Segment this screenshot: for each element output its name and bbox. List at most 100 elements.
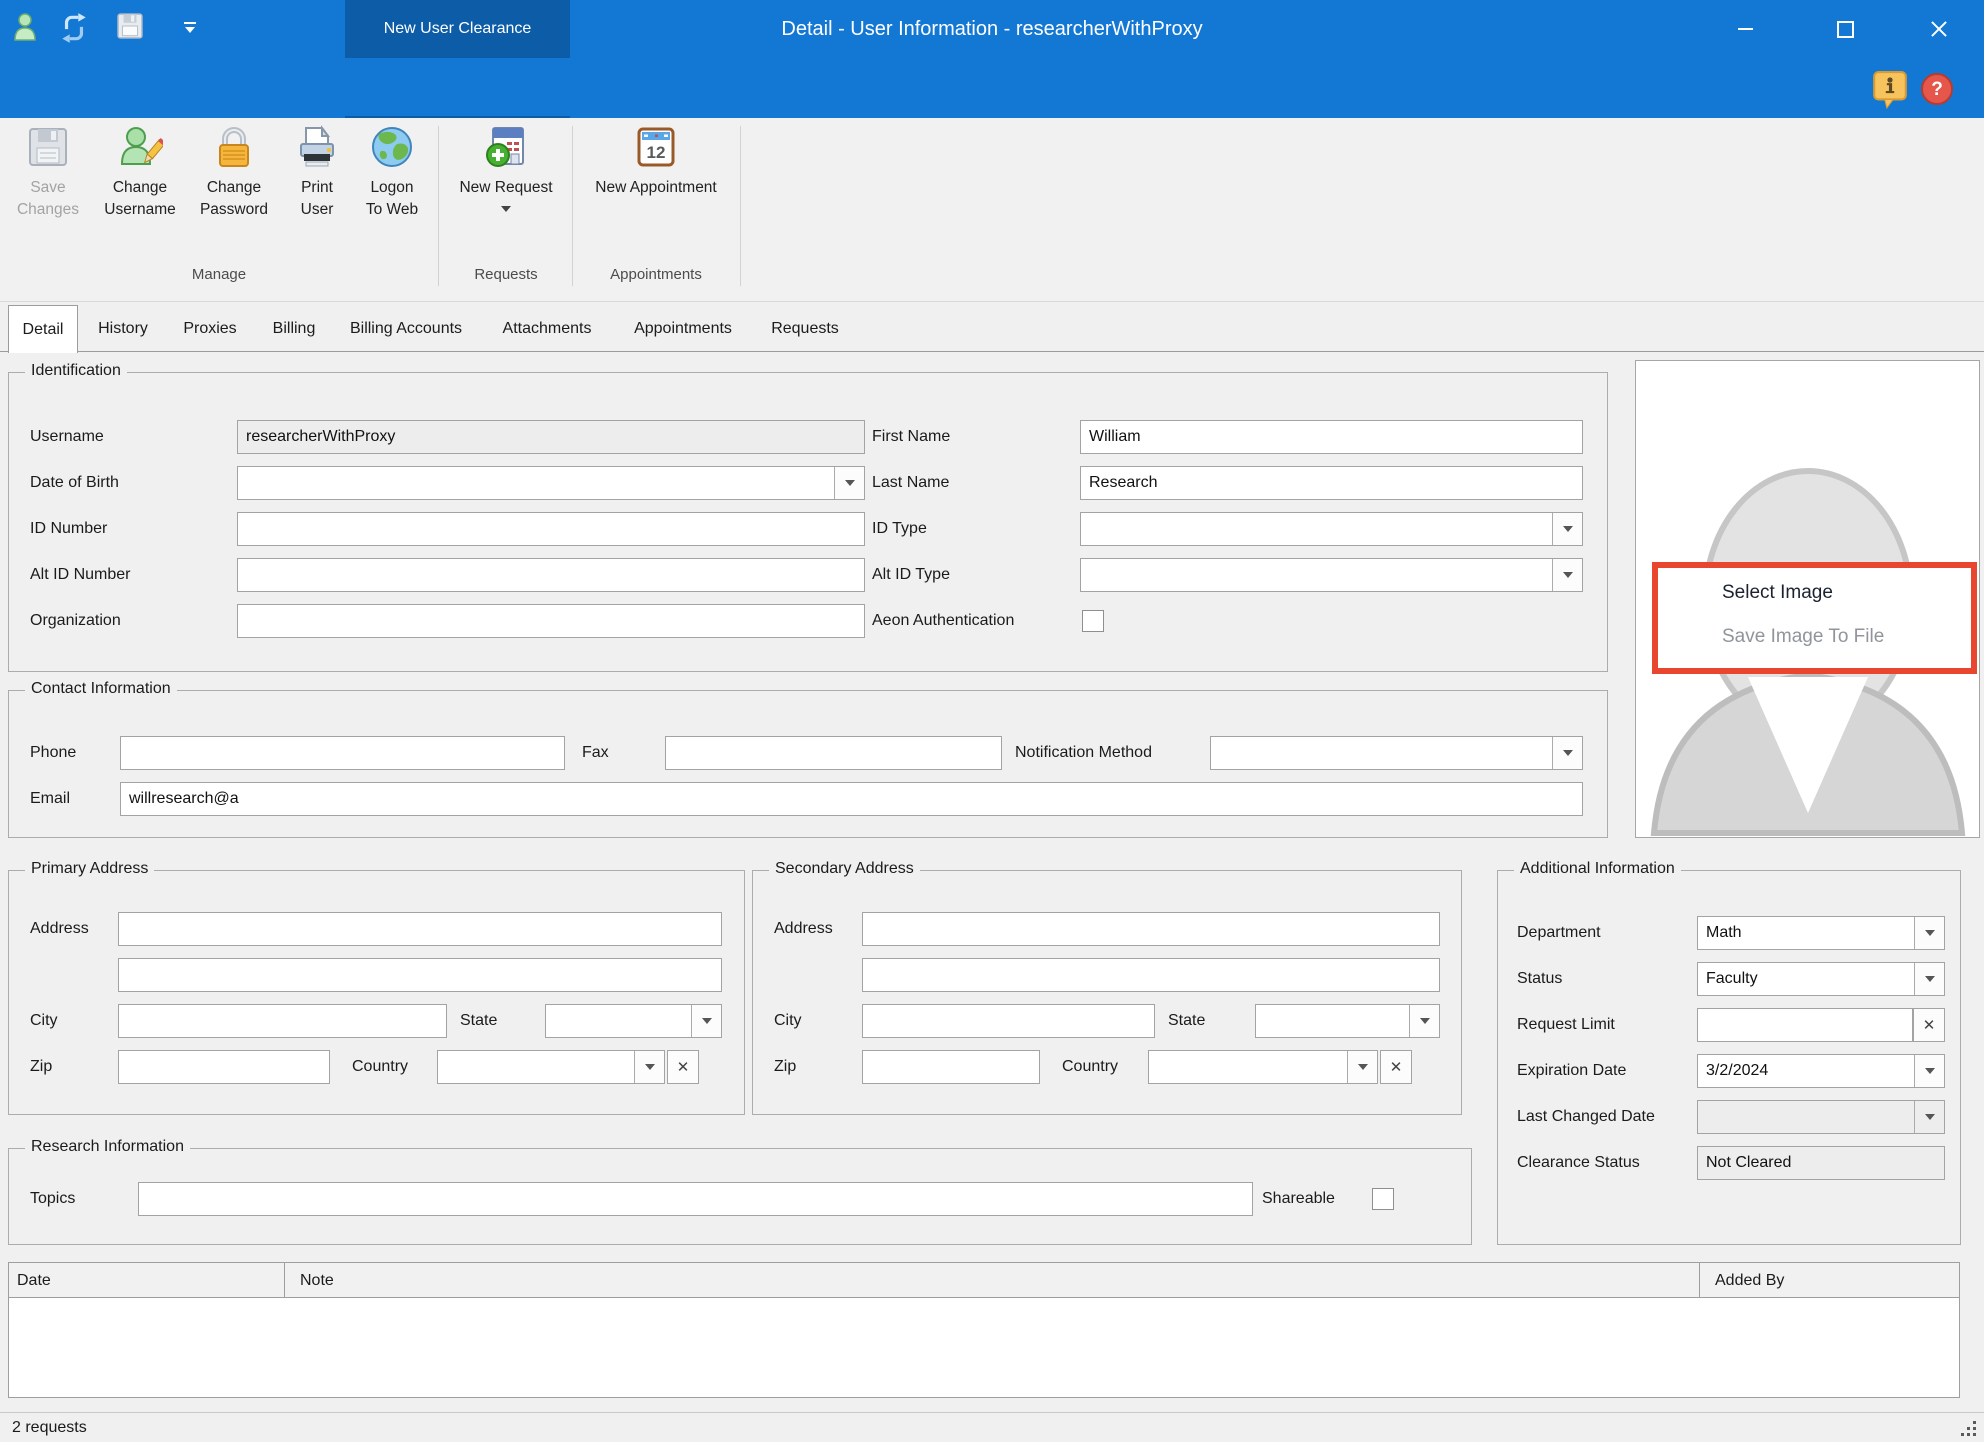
tab-attachments[interactable]: Attachments — [496, 305, 598, 352]
primary-country-label: Country — [352, 1050, 408, 1084]
primary-city-field[interactable] — [118, 1004, 447, 1038]
notification-method-dropdown-icon[interactable] — [1552, 737, 1582, 769]
clearance-status-field[interactable] — [1697, 1146, 1945, 1180]
tab-detail[interactable]: Detail — [8, 305, 78, 353]
save-changes-button[interactable]: Save Changes — [8, 124, 88, 221]
primary-country-dropdown-icon[interactable] — [634, 1051, 664, 1083]
new-request-dropdown-icon[interactable] — [501, 206, 511, 212]
status-bar: 2 requests — [0, 1412, 1984, 1442]
tab-requests[interactable]: Requests — [768, 305, 842, 352]
notification-method-field[interactable] — [1210, 736, 1583, 770]
tab-billing[interactable]: Billing — [270, 305, 318, 352]
tab-history[interactable]: History — [92, 305, 154, 352]
primary-address-line2-field[interactable] — [118, 958, 722, 992]
topics-field[interactable] — [138, 1182, 1253, 1216]
new-request-icon — [483, 124, 529, 170]
phone-label: Phone — [30, 736, 76, 770]
first-name-field[interactable] — [1080, 420, 1583, 454]
request-limit-clear-icon[interactable] — [1913, 1008, 1945, 1042]
info-bubble-icon[interactable] — [1872, 70, 1908, 115]
id-type-field[interactable] — [1080, 512, 1583, 546]
user-icon[interactable] — [12, 12, 38, 42]
username-label: Username — [30, 420, 104, 454]
save-image-to-file-link[interactable]: Save Image To File — [1722, 626, 1884, 648]
title-bar: New User Clearance Detail - User Informa… — [0, 0, 1984, 58]
minimize-button[interactable] — [1726, 12, 1764, 46]
secondary-address-line1-field[interactable] — [862, 912, 1440, 946]
primary-zip-field[interactable] — [118, 1050, 330, 1084]
secondary-country-clear-icon[interactable] — [1380, 1050, 1412, 1084]
username-field[interactable] — [237, 420, 865, 454]
column-header-added-by[interactable]: Added By — [1707, 1263, 1957, 1298]
aeon-authentication-checkbox[interactable] — [1082, 610, 1104, 632]
notes-table[interactable]: Date Note Added By — [8, 1262, 1960, 1398]
ribbon-group-separator — [438, 126, 439, 286]
id-number-field[interactable] — [237, 512, 865, 546]
secondary-zip-field[interactable] — [862, 1050, 1040, 1084]
secondary-state-dropdown-icon[interactable] — [1409, 1005, 1439, 1037]
new-appointment-button[interactable]: 12 New Appointment — [576, 124, 736, 199]
ribbon-group-manage: Manage — [8, 266, 430, 283]
primary-address-line1-field[interactable] — [118, 912, 722, 946]
topics-label: Topics — [30, 1182, 75, 1216]
qat-customize-icon[interactable] — [184, 22, 196, 33]
new-request-button[interactable]: New Request — [448, 124, 564, 212]
help-icon[interactable]: ? — [1920, 72, 1954, 111]
secondary-country-dropdown-icon[interactable] — [1347, 1051, 1377, 1083]
select-image-link[interactable]: Select Image — [1722, 582, 1833, 604]
resize-grip-icon[interactable] — [1960, 1420, 1976, 1436]
change-password-button[interactable]: Change Password — [188, 124, 280, 221]
organization-field[interactable] — [237, 604, 865, 638]
expiration-date-dropdown-icon[interactable] — [1914, 1055, 1944, 1087]
alt-id-number-label: Alt ID Number — [30, 558, 130, 592]
expiration-date-field[interactable] — [1697, 1054, 1945, 1088]
email-field[interactable] — [120, 782, 1583, 816]
primary-country-clear-icon[interactable] — [667, 1050, 699, 1084]
save-changes-icon — [25, 124, 71, 170]
phone-field[interactable] — [120, 736, 565, 770]
maximize-button[interactable] — [1826, 12, 1864, 46]
request-count: 2 requests — [12, 1413, 87, 1442]
id-type-dropdown-icon[interactable] — [1552, 513, 1582, 545]
padlock-icon — [211, 124, 257, 170]
fax-field[interactable] — [665, 736, 1002, 770]
last-changed-date-field[interactable] — [1697, 1100, 1945, 1134]
column-header-date[interactable]: Date — [9, 1263, 284, 1298]
status-dropdown-icon[interactable] — [1914, 963, 1944, 995]
alt-id-type-label: Alt ID Type — [872, 558, 950, 592]
secondary-city-label: City — [774, 1004, 802, 1038]
department-field[interactable] — [1697, 916, 1945, 950]
status-field[interactable] — [1697, 962, 1945, 996]
date-of-birth-field[interactable] — [237, 466, 865, 500]
request-limit-field[interactable] — [1697, 1008, 1913, 1042]
last-changed-date-dropdown-icon[interactable] — [1914, 1101, 1944, 1133]
column-header-note[interactable]: Note — [292, 1263, 1692, 1298]
primary-state-dropdown-icon[interactable] — [691, 1005, 721, 1037]
date-of-birth-dropdown-icon[interactable] — [834, 467, 864, 499]
tab-proxies[interactable]: Proxies — [178, 305, 242, 352]
secondary-address-line2-field[interactable] — [862, 958, 1440, 992]
expiration-date-label: Expiration Date — [1517, 1054, 1626, 1088]
department-dropdown-icon[interactable] — [1914, 917, 1944, 949]
primary-country-field[interactable] — [437, 1050, 665, 1084]
tab-billing-accounts[interactable]: Billing Accounts — [345, 305, 467, 352]
alt-id-type-field[interactable] — [1080, 558, 1583, 592]
primary-city-label: City — [30, 1004, 58, 1038]
alt-id-number-field[interactable] — [237, 558, 865, 592]
logon-to-web-button[interactable]: Logon To Web — [354, 124, 430, 221]
change-username-button[interactable]: Change Username — [96, 124, 184, 221]
secondary-city-field[interactable] — [862, 1004, 1155, 1038]
last-name-field[interactable] — [1080, 466, 1583, 500]
secondary-country-field[interactable] — [1148, 1050, 1378, 1084]
organization-label: Organization — [30, 604, 121, 638]
close-button[interactable] — [1920, 12, 1958, 46]
request-limit-label: Request Limit — [1517, 1008, 1615, 1042]
shareable-checkbox[interactable] — [1372, 1188, 1394, 1210]
user-pencil-icon — [117, 124, 163, 170]
save-icon[interactable] — [116, 12, 144, 40]
tab-appointments[interactable]: Appointments — [628, 305, 738, 352]
contextual-group-label: New User Clearance — [384, 20, 532, 38]
alt-id-type-dropdown-icon[interactable] — [1552, 559, 1582, 591]
print-user-button[interactable]: Print User — [284, 124, 350, 221]
sync-arrows-icon[interactable] — [58, 12, 90, 44]
